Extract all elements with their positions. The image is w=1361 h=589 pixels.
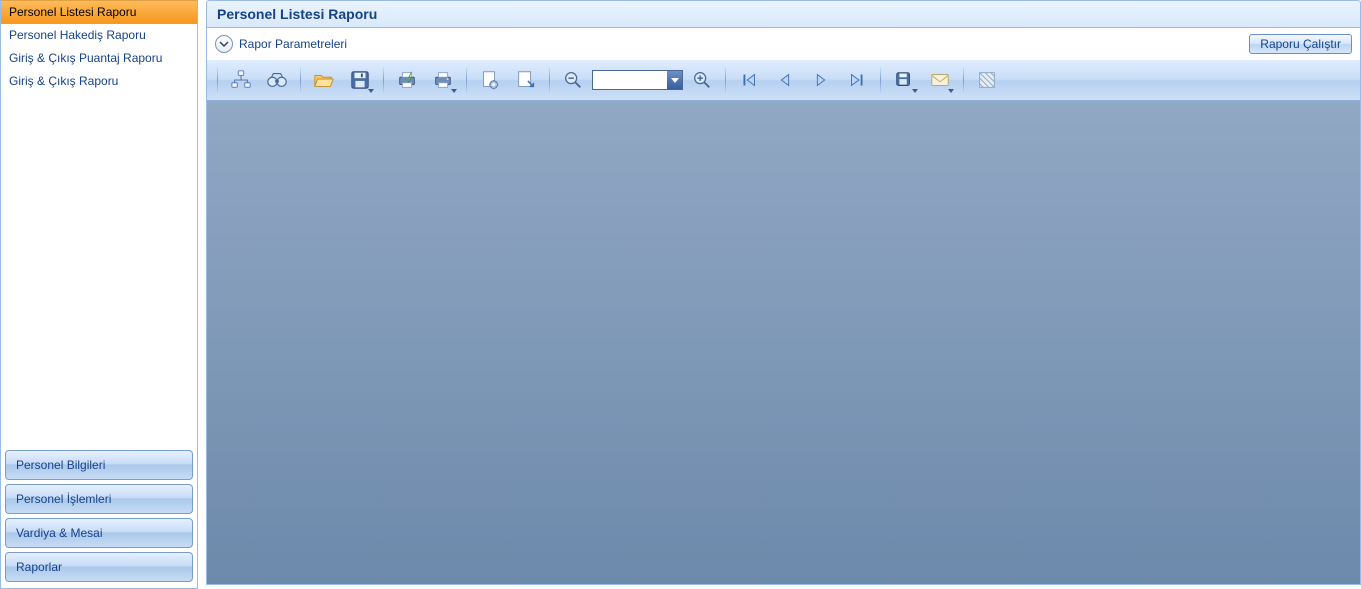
first-page-button[interactable]	[732, 64, 766, 96]
email-icon	[929, 69, 951, 91]
print-button[interactable]	[426, 64, 460, 96]
last-page-icon	[846, 69, 868, 91]
run-report-button[interactable]: Raporu Çalıştır	[1249, 34, 1352, 54]
sidebar-item-label: Giriş & Çıkış Raporu	[9, 74, 118, 88]
export-save-icon	[893, 69, 915, 91]
report-toolbar	[207, 60, 1360, 101]
last-page-button[interactable]	[840, 64, 874, 96]
nav-label: Personel İşlemleri	[16, 492, 111, 506]
toolbar-separator	[725, 66, 726, 94]
toolbar-separator	[383, 66, 384, 94]
report-canvas	[207, 101, 1360, 584]
document-map-button[interactable]	[224, 64, 258, 96]
page-setup-button[interactable]	[473, 64, 507, 96]
sidebar-item-giris-cikis[interactable]: Giriş & Çıkış Raporu	[1, 70, 197, 93]
nav-vardiya-mesai[interactable]: Vardiya & Mesai	[5, 518, 193, 548]
zoom-in-button[interactable]	[685, 64, 719, 96]
dropdown-caret-icon	[368, 89, 374, 93]
chevron-down-icon	[219, 39, 229, 49]
print-lightning-icon	[396, 69, 418, 91]
watermark-icon	[976, 69, 998, 91]
sidebar-item-personel-listesi[interactable]: Personel Listesi Raporu	[1, 0, 197, 24]
zoom-input[interactable]	[593, 71, 667, 89]
toggle-parameters-button[interactable]	[215, 35, 233, 53]
folder-open-icon	[313, 69, 335, 91]
prev-page-icon	[774, 69, 796, 91]
search-button[interactable]	[260, 64, 294, 96]
toolbar-separator	[963, 66, 964, 94]
toolbar-separator	[466, 66, 467, 94]
next-page-button[interactable]	[804, 64, 838, 96]
dropdown-caret-icon	[948, 89, 954, 93]
sidebar-item-label: Personel Hakediş Raporu	[9, 28, 146, 42]
quick-print-button[interactable]	[390, 64, 424, 96]
toolbar-separator	[217, 66, 218, 94]
sidebar-item-label: Giriş & Çıkış Puantaj Raporu	[9, 51, 162, 65]
prev-page-button[interactable]	[768, 64, 802, 96]
toolbar-separator	[549, 66, 550, 94]
save-button[interactable]	[343, 64, 377, 96]
zoom-combo[interactable]	[592, 70, 683, 90]
main: Personel Listesi Raporu Rapor Parametrel…	[198, 0, 1361, 589]
dropdown-caret-icon	[451, 89, 457, 93]
sidebar-item-personel-hakedis[interactable]: Personel Hakediş Raporu	[1, 24, 197, 47]
run-report-label: Raporu Çalıştır	[1260, 37, 1341, 51]
page-gear-icon	[479, 69, 501, 91]
nav-personel-islemleri[interactable]: Personel İşlemleri	[5, 484, 193, 514]
open-button[interactable]	[307, 64, 341, 96]
next-page-icon	[810, 69, 832, 91]
page-scale-icon	[515, 69, 537, 91]
dropdown-caret-icon	[912, 89, 918, 93]
print-icon	[432, 69, 454, 91]
sidebar-nav: Personel Bilgileri Personel İşlemleri Va…	[1, 444, 197, 588]
sidebar-item-label: Personel Listesi Raporu	[9, 5, 136, 19]
sidebar-item-giris-cikis-puantaj[interactable]: Giriş & Çıkış Puantaj Raporu	[1, 47, 197, 70]
nav-label: Vardiya & Mesai	[16, 526, 102, 540]
zoom-out-icon	[562, 69, 584, 91]
parameters-label: Rapor Parametreleri	[239, 37, 347, 51]
sitemap-icon	[230, 69, 252, 91]
save-icon	[349, 69, 371, 91]
toolbar-separator	[880, 66, 881, 94]
nav-raporlar[interactable]: Raporlar	[5, 552, 193, 582]
page-title-bar: Personel Listesi Raporu	[206, 0, 1361, 28]
report-viewer	[206, 60, 1361, 585]
first-page-icon	[738, 69, 760, 91]
zoom-in-icon	[691, 69, 713, 91]
nav-label: Personel Bilgileri	[16, 458, 105, 472]
nav-personel-bilgileri[interactable]: Personel Bilgileri	[5, 450, 193, 480]
sidebar-report-list: Personel Listesi Raporu Personel Hakediş…	[1, 0, 197, 444]
toolbar-separator	[300, 66, 301, 94]
page-title: Personel Listesi Raporu	[217, 6, 377, 22]
watermark-button[interactable]	[970, 64, 1004, 96]
zoom-out-button[interactable]	[556, 64, 590, 96]
sidebar: Personel Listesi Raporu Personel Hakediş…	[0, 0, 198, 589]
export-button[interactable]	[887, 64, 921, 96]
binoculars-icon	[266, 69, 288, 91]
scale-button[interactable]	[509, 64, 543, 96]
report-parameters-bar: Rapor Parametreleri Raporu Çalıştır	[206, 28, 1361, 60]
email-button[interactable]	[923, 64, 957, 96]
nav-label: Raporlar	[16, 560, 62, 574]
zoom-dropdown-button[interactable]	[667, 71, 682, 89]
